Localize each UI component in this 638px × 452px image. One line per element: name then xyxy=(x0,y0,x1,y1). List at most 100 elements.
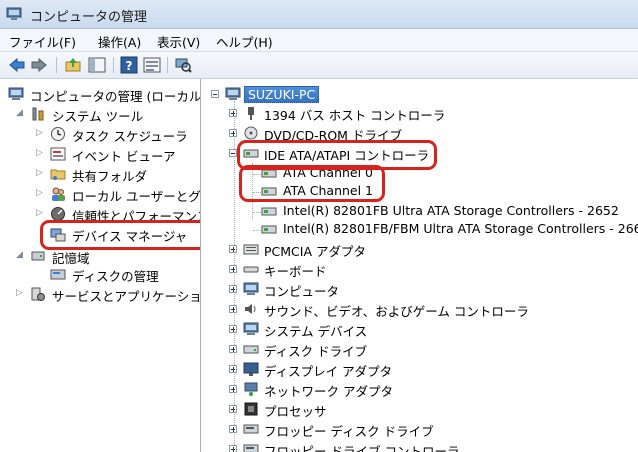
ide-controller-icon xyxy=(261,225,277,234)
tree-label: サービスとアプリケーショ xyxy=(52,289,201,304)
floppy-drive-icon xyxy=(243,424,259,434)
device-label: フロッピー ディスク ドライブ xyxy=(264,424,434,439)
event-viewer-icon xyxy=(50,147,66,161)
expand-arrow-icon[interactable]: ▷ xyxy=(36,128,43,138)
tree-label: コンピュータの管理 (ローカル xyxy=(30,89,201,104)
services-icon xyxy=(31,287,45,301)
device-label: ディスク ドライブ xyxy=(264,344,368,359)
collapse-icon[interactable] xyxy=(229,149,237,157)
tree-label: 記憶域 xyxy=(52,251,90,266)
svg-text:?: ? xyxy=(126,59,133,73)
device-label: プロセッサ xyxy=(264,404,327,419)
expand-icon[interactable] xyxy=(229,345,237,353)
device-label: キーボード xyxy=(264,264,327,279)
tree-label: 共有フォルダ xyxy=(72,169,148,184)
tools-icon xyxy=(32,107,44,121)
menu-bar: ファイル(F) 操作(A) 表示(V) ヘルプ(H) xyxy=(0,29,638,52)
device-label: PCMCIA アダプタ xyxy=(264,244,366,259)
ide-channel-icon xyxy=(261,187,277,196)
show-hide-tree-icon[interactable] xyxy=(88,56,106,74)
tree-label: システム ツール xyxy=(52,109,144,124)
device-label: ATA Channel 0 xyxy=(283,165,374,180)
device-tree-pane[interactable]: SUZUKI-PC 1394 バス ホスト コントローラ DVD/CD-ROM … xyxy=(203,79,638,452)
ide-controller-icon xyxy=(243,149,259,158)
up-folder-icon[interactable] xyxy=(64,56,82,74)
scan-hardware-icon[interactable] xyxy=(174,56,192,74)
expand-icon[interactable] xyxy=(229,265,237,273)
expand-icon[interactable] xyxy=(229,425,237,433)
tree-label: デバイス マネージャ xyxy=(72,229,188,244)
users-icon xyxy=(52,187,65,201)
device-manager-icon xyxy=(50,228,66,242)
window-title: コンピュータの管理 xyxy=(30,10,148,25)
forward-arrow-icon[interactable] xyxy=(30,56,48,74)
back-arrow-icon[interactable] xyxy=(8,56,26,74)
expand-arrow-icon[interactable]: ▷ xyxy=(16,288,23,298)
shared-folder-icon xyxy=(50,169,66,180)
toolbar: ? xyxy=(0,52,638,79)
network-adapter-icon xyxy=(244,382,258,396)
expand-icon[interactable] xyxy=(229,445,237,452)
collapse-icon[interactable] xyxy=(211,90,219,98)
computer-icon xyxy=(225,87,241,100)
device-label: サウンド、ビデオ、およびゲーム コントローラ xyxy=(264,304,529,319)
tree-label: タスク スケジューラ xyxy=(72,129,188,144)
device-label: Intel(R) 82801FB/FBM Ultra ATA Storage C… xyxy=(283,221,638,236)
collapse-arrow-icon[interactable]: ◢ xyxy=(16,108,23,118)
floppy-controller-icon xyxy=(243,444,259,452)
device-label: 1394 バス ホスト コントローラ xyxy=(264,108,446,123)
expand-arrow-icon[interactable]: ▷ xyxy=(36,208,43,218)
device-label: ネットワーク アダプタ xyxy=(264,384,393,399)
menu-view[interactable]: 表示(V) xyxy=(157,32,200,51)
expand-icon[interactable] xyxy=(229,129,237,137)
device-label: ATA Channel 1 xyxy=(283,183,374,198)
tree-label: ディスクの管理 xyxy=(72,269,159,284)
cd-drive-icon xyxy=(244,126,258,140)
computer-icon xyxy=(243,282,259,295)
performance-icon xyxy=(51,207,65,221)
expand-icon[interactable] xyxy=(229,405,237,413)
computer-management-icon xyxy=(8,87,24,100)
display-adapter-icon xyxy=(243,362,259,376)
expand-icon[interactable] xyxy=(229,385,237,393)
expand-icon[interactable] xyxy=(229,325,237,333)
expand-icon[interactable] xyxy=(229,285,237,293)
ide-channel-icon xyxy=(261,169,277,178)
storage-icon xyxy=(31,251,45,261)
menu-help[interactable]: ヘルプ(H) xyxy=(216,32,273,51)
device-label: ディスプレイ アダプタ xyxy=(264,364,393,379)
device-label: フロッピー ドライブ コントローラ xyxy=(264,444,460,452)
properties-icon[interactable] xyxy=(143,56,161,74)
disk-management-icon xyxy=(50,269,66,280)
pcmcia-icon xyxy=(243,244,259,255)
computer-management-icon xyxy=(6,7,22,20)
expand-icon[interactable] xyxy=(229,245,237,253)
expand-icon[interactable] xyxy=(229,365,237,373)
collapse-arrow-icon[interactable]: ◢ xyxy=(16,250,23,260)
expand-icon[interactable] xyxy=(229,109,237,117)
expand-arrow-icon[interactable]: ▷ xyxy=(36,148,43,158)
menu-file[interactable]: ファイル(F) xyxy=(9,32,76,51)
menu-action[interactable]: 操作(A) xyxy=(98,32,141,51)
firewire-icon xyxy=(248,107,254,120)
expand-arrow-icon[interactable]: ▷ xyxy=(36,188,43,198)
device-label: DVD/CD-ROM ドライブ xyxy=(264,128,402,143)
speaker-icon xyxy=(245,304,256,314)
console-tree-pane[interactable]: コンピュータの管理 (ローカル ◢ システム ツール ▷ タスク スケジューラ … xyxy=(0,79,201,452)
device-label: Intel(R) 82801FB Ultra ATA Storage Contr… xyxy=(283,203,619,218)
tree-label: 信頼性とパフォーマンス xyxy=(72,209,201,224)
clock-icon xyxy=(51,127,65,141)
expand-icon[interactable] xyxy=(229,305,237,313)
device-label: IDE ATA/ATAPI コントローラ xyxy=(264,148,430,163)
tree-label: イベント ビューア xyxy=(72,149,176,164)
title-bar: コンピュータの管理 xyxy=(0,0,638,29)
ide-controller-icon xyxy=(261,207,277,216)
help-icon[interactable]: ? xyxy=(120,56,138,74)
system-devices-icon xyxy=(243,322,259,335)
computer-name: SUZUKI-PC xyxy=(244,86,320,103)
expand-arrow-icon[interactable]: ▷ xyxy=(36,168,43,178)
device-label: コンピュータ xyxy=(264,284,340,299)
device-label: システム デバイス xyxy=(264,324,368,339)
tree-label: ローカル ユーザーとグ xyxy=(72,189,201,204)
keyboard-icon xyxy=(243,266,259,273)
